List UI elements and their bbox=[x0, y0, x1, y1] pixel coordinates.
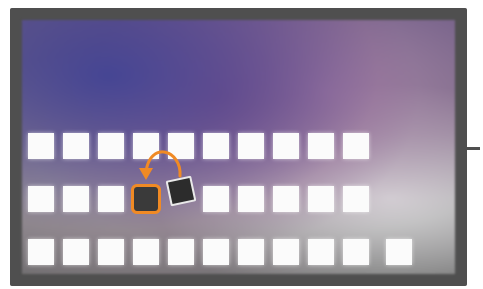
tile-r3-c8 bbox=[273, 239, 299, 265]
tile-r3-c6 bbox=[203, 239, 229, 265]
tile-r3-c2 bbox=[63, 239, 89, 265]
tile-r3-c4 bbox=[133, 239, 159, 265]
tile-r3-c10 bbox=[343, 239, 369, 265]
diagram-canvas bbox=[0, 0, 483, 289]
tile-r3-c3 bbox=[98, 239, 124, 265]
tile-r3-c5 bbox=[168, 239, 194, 265]
tile-r3-c9 bbox=[308, 239, 334, 265]
tile-r3-c7 bbox=[238, 239, 264, 265]
tile-r3-c11 bbox=[386, 239, 412, 265]
tile-r3-c1 bbox=[28, 239, 54, 265]
